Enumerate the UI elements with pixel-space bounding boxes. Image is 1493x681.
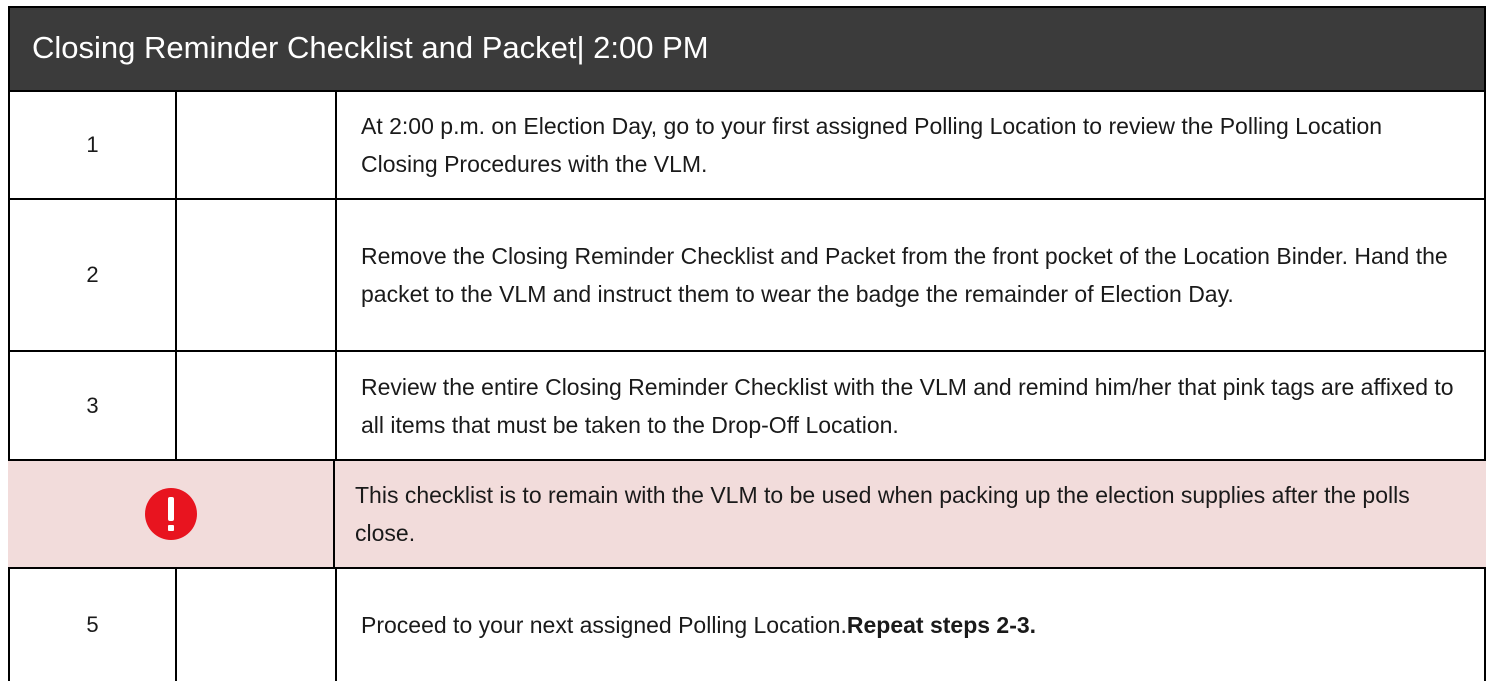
empty-cell <box>175 92 335 198</box>
checklist-title: Closing Reminder Checklist and Packet| 2… <box>32 30 709 65</box>
checklist-header: Closing Reminder Checklist and Packet| 2… <box>8 6 1486 92</box>
checklist-row-2: 2 Remove the Closing Reminder Checklist … <box>8 200 1486 352</box>
checklist-row-5: 5 Proceed to your next assigned Polling … <box>8 569 1486 681</box>
step-text: At 2:00 p.m. on Election Day, go to your… <box>335 92 1484 198</box>
step-number: 1 <box>86 132 99 157</box>
step-text: Remove the Closing Reminder Checklist an… <box>335 200 1484 350</box>
alert-text-content: This checklist is to remain with the VLM… <box>355 482 1410 546</box>
checklist-row-1: 1 At 2:00 p.m. on Election Day, go to yo… <box>8 92 1486 200</box>
alert-text: This checklist is to remain with the VLM… <box>333 461 1486 567</box>
alert-icon-cell <box>8 461 333 567</box>
empty-cell <box>175 200 335 350</box>
step-text-content: At 2:00 p.m. on Election Day, go to your… <box>361 113 1383 177</box>
step-number: 3 <box>86 392 99 418</box>
empty-cell <box>175 352 335 459</box>
checklist-alert-row: This checklist is to remain with the VLM… <box>8 461 1486 569</box>
step-number: 2 <box>86 262 99 287</box>
step-text: Proceed to your next assigned Polling Lo… <box>335 569 1484 681</box>
step-text-content: Proceed to your next assigned Polling Lo… <box>361 612 847 638</box>
checklist-row-3: 3 Review the entire Closing Reminder Che… <box>8 352 1486 461</box>
step-text: Review the entire Closing Reminder Check… <box>335 352 1484 459</box>
exclamation-alert-icon <box>144 488 197 540</box>
step-text-emphasis: Repeat steps 2-3. <box>846 612 1037 638</box>
step-number: 5 <box>86 612 99 637</box>
empty-cell <box>175 569 335 681</box>
step-text-content: Remove the Closing Reminder Checklist an… <box>361 243 1448 307</box>
step-text-content: Review the entire Closing Reminder Check… <box>361 373 1454 438</box>
checklist-document: Closing Reminder Checklist and Packet| 2… <box>8 6 1486 681</box>
